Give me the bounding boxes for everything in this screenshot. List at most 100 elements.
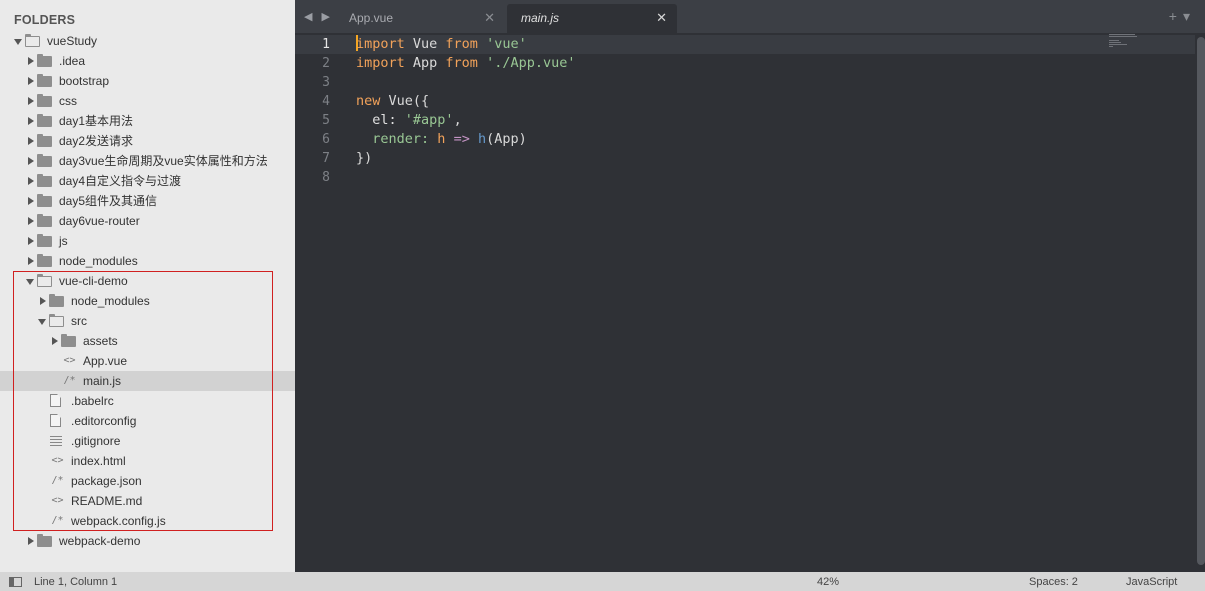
file-tree: vueStudy .idea bootstrap css day1基本用法 day2发送请… — [0, 31, 295, 551]
code-line[interactable] — [356, 168, 575, 187]
editor-pane: ◀ ▶ App.vue ✕ main.js ✕ +▾ 1 2 3 4 5 6 7 8 impo… — [295, 0, 1205, 572]
line-number: 2 — [322, 56, 330, 71]
disclosure-right-icon[interactable] — [26, 131, 36, 151]
close-icon[interactable]: ✕ — [484, 4, 495, 32]
minimap[interactable] — [1109, 34, 1139, 50]
code-line[interactable]: }) — [356, 149, 575, 168]
syntax-mode[interactable]: JavaScript — [1126, 572, 1177, 591]
code-token: => — [453, 131, 470, 147]
disclosure-right-icon[interactable] — [38, 291, 48, 311]
tree-folder[interactable]: day1基本用法 — [0, 111, 295, 131]
tree-file[interactable]: .gitignore — [0, 431, 295, 451]
vertical-scrollbar[interactable] — [1197, 37, 1205, 565]
tree-folder[interactable]: vueStudy — [0, 31, 295, 51]
code-line[interactable]: el: '#app', — [356, 111, 575, 130]
tree-folder[interactable]: day2发送请求 — [0, 131, 295, 151]
disclosure-right-icon[interactable] — [26, 91, 36, 111]
tree-file[interactable]: /* webpack.config.js — [0, 511, 295, 531]
tree-item-label: webpack-demo — [59, 534, 141, 548]
angle-brackets-icon: <> — [63, 355, 76, 366]
code-token: }) — [356, 150, 373, 166]
disclosure-right-icon[interactable] — [26, 111, 36, 131]
disclosure-right-icon[interactable] — [26, 231, 36, 251]
disclosure-right-icon[interactable] — [26, 191, 36, 211]
folder-icon — [37, 154, 52, 167]
indentation-setting[interactable]: Spaces: 2 — [1029, 572, 1078, 591]
tree-folder[interactable]: node_modules — [0, 291, 295, 311]
tree-folder[interactable]: assets — [0, 331, 295, 351]
tree-item-label: README.md — [71, 494, 143, 508]
tree-file[interactable]: /* package.json — [0, 471, 295, 491]
code-area[interactable]: import Vue from 'vue' import App from './… — [356, 35, 575, 187]
tree-file[interactable]: .editorconfig — [0, 411, 295, 431]
cursor-position[interactable]: Line 1, Column 1 — [34, 572, 117, 591]
code-token: import — [356, 55, 405, 71]
comment-slash-icon: /* — [51, 475, 64, 486]
line-number: 8 — [322, 170, 330, 185]
tree-folder[interactable]: day5组件及其通信 — [0, 191, 295, 211]
tree-item-label: .idea — [59, 54, 86, 68]
tree-file[interactable]: <> index.html — [0, 451, 295, 471]
disclosure-right-icon[interactable] — [26, 51, 36, 71]
disclosure-right-icon[interactable] — [26, 71, 36, 91]
tree-folder[interactable]: day3vue生命周期及vue实体属性和方法 — [0, 151, 295, 171]
sidebar-toggle-icon[interactable] — [9, 577, 22, 587]
tree-file[interactable]: .babelrc — [0, 391, 295, 411]
tree-file[interactable]: /* main.js — [0, 371, 295, 391]
disclosure-right-icon[interactable] — [50, 331, 60, 351]
plus-icon[interactable]: + — [1169, 8, 1183, 24]
code-token: el: — [356, 112, 405, 128]
disclosure-down-icon[interactable] — [26, 271, 36, 291]
folder-icon — [61, 334, 76, 347]
tree-folder[interactable]: css — [0, 91, 295, 111]
tab-app-vue[interactable]: App.vue ✕ — [335, 4, 505, 33]
tree-item-label: .editorconfig — [71, 414, 137, 428]
tree-folder[interactable]: js — [0, 231, 295, 251]
disclosure-right-icon[interactable] — [26, 211, 36, 231]
disclosure-down-icon[interactable] — [38, 311, 48, 331]
code-token: from — [445, 55, 478, 71]
tree-file[interactable]: <> README.md — [0, 491, 295, 511]
tab-nav-arrows[interactable]: ◀ ▶ — [304, 10, 333, 23]
code-line[interactable]: import App from './App.vue' — [356, 54, 575, 73]
tree-folder[interactable]: bootstrap — [0, 71, 295, 91]
tree-item-label: day1基本用法 — [59, 114, 134, 128]
tree-folder[interactable]: webpack-demo — [0, 531, 295, 551]
code-token: App — [404, 55, 446, 71]
code-token: import — [356, 36, 405, 52]
code-token: Vue({ — [380, 93, 430, 109]
tree-file[interactable]: <> App.vue — [0, 351, 295, 371]
line-number: 6 — [322, 132, 330, 147]
lines-icon — [50, 436, 62, 446]
tree-folder[interactable]: node_modules — [0, 251, 295, 271]
tree-item-label: .gitignore — [71, 434, 121, 448]
tree-item-label: node_modules — [71, 294, 150, 308]
tree-item-label: main.js — [83, 374, 122, 388]
folder-icon — [37, 234, 52, 247]
disclosure-right-icon[interactable] — [26, 251, 36, 271]
folder-icon — [37, 174, 52, 187]
tree-folder[interactable]: day4自定义指令与过渡 — [0, 171, 295, 191]
disclosure-right-icon[interactable] — [26, 151, 36, 171]
code-line[interactable]: new Vue({ — [356, 92, 575, 111]
disclosure-right-icon[interactable] — [26, 531, 36, 551]
disclosure-down-icon[interactable] — [14, 31, 24, 51]
disclosure-right-icon[interactable] — [26, 171, 36, 191]
chevron-down-icon[interactable]: ▾ — [1183, 8, 1196, 24]
code-line[interactable] — [356, 73, 575, 92]
tree-folder[interactable]: src — [0, 311, 295, 331]
tab-main-js[interactable]: main.js ✕ — [507, 4, 677, 33]
tree-folder[interactable]: .idea — [0, 51, 295, 71]
tree-item-label: src — [71, 314, 87, 328]
tree-folder[interactable]: vue-cli-demo — [0, 271, 295, 291]
zoom-level: 42% — [817, 576, 840, 588]
folder-icon — [37, 194, 52, 207]
code-line[interactable]: import Vue from 'vue' — [356, 35, 575, 54]
new-tab-menu[interactable]: +▾ — [1169, 8, 1196, 25]
folder-icon — [37, 114, 52, 127]
close-icon[interactable]: ✕ — [656, 4, 667, 32]
tree-folder[interactable]: day6vue-router — [0, 211, 295, 231]
code-line[interactable]: render: h => h(App) — [356, 130, 575, 149]
